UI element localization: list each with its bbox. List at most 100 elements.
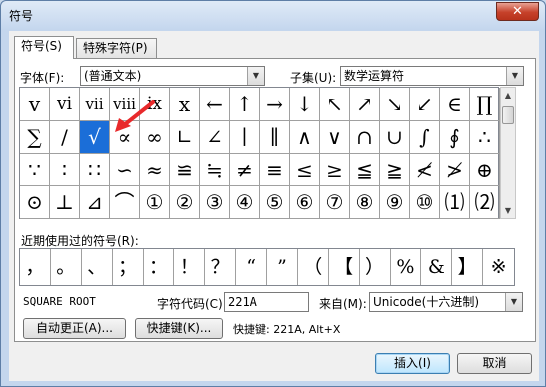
symbol-cell[interactable]: ⑤ <box>260 186 290 219</box>
recent-symbol-cell[interactable]: ※ <box>483 249 514 285</box>
symbol-cell[interactable]: ≥ <box>320 153 350 187</box>
insert-button[interactable]: 插入(I) <box>375 353 450 374</box>
recent-symbol-cell[interactable]: ， <box>20 249 51 285</box>
symbol-cell[interactable]: ① <box>140 186 170 219</box>
subset-select-value: 数学运算符 <box>344 69 405 83</box>
symbol-cell[interactable]: ∩ <box>350 120 380 154</box>
symbol-cell[interactable]: ← <box>200 88 230 121</box>
chevron-down-icon[interactable]: ▼ <box>505 293 522 311</box>
cancel-button[interactable]: 取消 <box>457 353 532 374</box>
scroll-up-icon[interactable]: ▲ <box>501 88 515 103</box>
recent-symbol-cell[interactable]: ” <box>267 249 298 285</box>
symbol-cell[interactable]: ≧ <box>380 153 410 187</box>
symbol-cell[interactable]: → <box>260 88 290 121</box>
symbol-cell[interactable]: ⑦ <box>320 186 350 219</box>
symbol-cell[interactable]: ↖ <box>320 88 350 121</box>
symbol-cell[interactable]: ④ <box>230 186 260 219</box>
symbol-cell[interactable]: vii <box>80 88 110 121</box>
font-select[interactable]: (普通文本) ▼ <box>80 66 265 86</box>
symbol-cell[interactable]: ≡ <box>260 153 290 187</box>
char-code-input[interactable]: 221A <box>224 292 309 312</box>
symbol-cell[interactable]: √ <box>80 120 110 154</box>
tab-symbols[interactable]: 符号(S) <box>14 36 74 59</box>
symbol-cell[interactable]: ⌒ <box>110 186 140 219</box>
symbol-cell[interactable]: vi <box>50 88 80 121</box>
recent-symbol-cell[interactable]: （ <box>298 249 329 285</box>
symbol-cell[interactable]: ∪ <box>380 120 410 154</box>
symbol-cell[interactable]: ≤ <box>290 153 320 187</box>
symbol-cell[interactable]: ∶ <box>50 153 80 187</box>
symbol-cell[interactable]: ⑨ <box>380 186 410 219</box>
symbol-cell[interactable]: ⊙ <box>20 186 50 219</box>
scrollbar-thumb[interactable] <box>502 106 514 124</box>
symbol-cell[interactable]: ∏ <box>470 88 500 121</box>
symbol-cell[interactable]: ↘ <box>380 88 410 121</box>
symbol-cell[interactable]: ix <box>140 88 170 121</box>
symbol-cell[interactable]: ≈ <box>140 153 170 187</box>
chevron-down-icon[interactable]: ▼ <box>247 67 264 85</box>
symbol-cell[interactable]: v <box>20 88 50 121</box>
symbol-cell[interactable]: ⊿ <box>80 186 110 219</box>
symbol-cell[interactable]: ↗ <box>350 88 380 121</box>
symbol-cell[interactable]: ∟ <box>170 120 200 154</box>
symbol-cell[interactable]: ② <box>170 186 200 219</box>
symbol-cell[interactable]: ∷ <box>80 153 110 187</box>
symbol-cell[interactable]: viii <box>110 88 140 121</box>
recent-symbol-cell[interactable]: ？ <box>205 249 237 285</box>
symbol-cell[interactable]: ∠ <box>200 120 230 154</box>
dialog-content: 符号(S) 特殊字符(P) 字体(F): (普通文本) ▼ 子集(U): 数学运… <box>9 31 539 381</box>
symbol-cell[interactable]: ⑧ <box>350 186 380 219</box>
symbol-cell[interactable]: ↓ <box>290 88 320 121</box>
symbol-cell[interactable]: ∝ <box>110 120 140 154</box>
symbol-cell[interactable]: ∮ <box>440 120 470 154</box>
recent-symbol-cell[interactable]: 、 <box>82 249 113 285</box>
tab-special-characters[interactable]: 特殊字符(P) <box>76 38 157 59</box>
symbol-cell[interactable]: / <box>50 120 80 154</box>
symbol-cell[interactable]: ⑩ <box>410 186 440 219</box>
symbol-cell[interactable]: ⊥ <box>50 186 80 219</box>
autocorrect-button[interactable]: 自动更正(A)... <box>23 318 126 339</box>
recent-symbol-cell[interactable]: & <box>421 249 453 285</box>
subset-select[interactable]: 数学运算符 ▼ <box>340 66 524 86</box>
symbol-cell[interactable]: ⑥ <box>290 186 320 219</box>
recent-symbol-cell[interactable]: % <box>391 249 422 285</box>
from-select[interactable]: Unicode(十六进制) ▼ <box>369 292 523 312</box>
recent-symbol-cell[interactable]: “ <box>236 249 267 285</box>
symbol-cell[interactable]: ∈ <box>440 88 470 121</box>
recent-symbol-cell[interactable]: ） <box>360 249 391 285</box>
recent-symbol-cell[interactable]: ： <box>144 249 175 285</box>
recent-symbol-cell[interactable]: 【 <box>329 249 360 285</box>
scroll-down-icon[interactable]: ▼ <box>501 203 515 218</box>
symbol-cell[interactable]: ∵ <box>20 153 50 187</box>
close-button[interactable]: ✕ <box>496 2 539 21</box>
symbol-cell[interactable]: ∑ <box>20 120 50 154</box>
chevron-down-icon[interactable]: ▼ <box>506 67 523 85</box>
symbol-cell[interactable]: ↑ <box>230 88 260 121</box>
recent-symbol-cell[interactable]: 。 <box>51 249 82 285</box>
symbol-cell[interactable]: ⑵ <box>470 186 500 219</box>
symbol-cell[interactable]: ∣ <box>230 120 260 154</box>
shortcut-key-button[interactable]: 快捷键(K)... <box>135 318 223 339</box>
symbol-cell[interactable]: ≦ <box>350 153 380 187</box>
symbol-cell[interactable]: ≯ <box>440 153 470 187</box>
symbol-cell[interactable]: ⑴ <box>440 186 470 219</box>
symbol-cell[interactable]: ∞ <box>140 120 170 154</box>
symbol-cell[interactable]: ∨ <box>320 120 350 154</box>
symbol-cell[interactable]: ≒ <box>200 153 230 187</box>
symbol-grid-scrollbar[interactable]: ▲ ▼ <box>500 87 516 219</box>
symbol-cell[interactable]: ↙ <box>410 88 440 121</box>
recent-symbol-cell[interactable]: ！ <box>174 249 206 285</box>
symbol-cell[interactable]: x <box>170 88 200 121</box>
symbol-cell[interactable]: ∫ <box>410 120 440 154</box>
symbol-cell[interactable]: ∽ <box>110 153 140 187</box>
symbol-cell[interactable]: ≌ <box>170 153 200 187</box>
symbol-cell[interactable]: ∴ <box>470 120 500 154</box>
recent-symbol-cell[interactable]: 】 <box>452 249 484 285</box>
symbol-cell[interactable]: ∧ <box>290 120 320 154</box>
symbol-cell[interactable]: ∥ <box>260 120 290 154</box>
symbol-cell[interactable]: ③ <box>200 186 230 219</box>
symbol-cell[interactable]: ≠ <box>230 153 260 187</box>
symbol-cell[interactable]: ≮ <box>410 153 440 187</box>
recent-symbol-cell[interactable]: ； <box>113 249 144 285</box>
symbol-cell[interactable]: ⊕ <box>470 153 500 187</box>
